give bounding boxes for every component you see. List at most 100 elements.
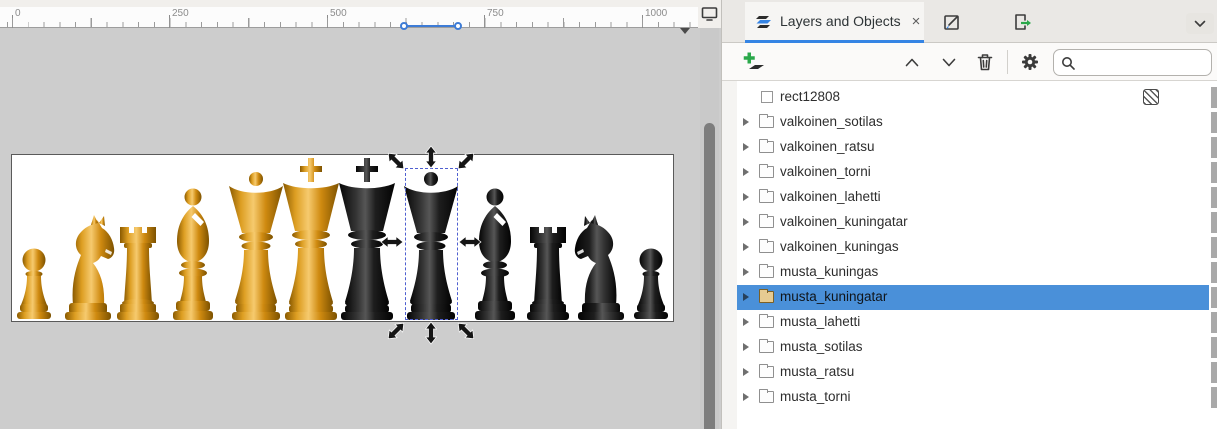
move-up-button[interactable] [900, 50, 924, 74]
list-item-rect12808[interactable]: rect12808 [737, 85, 1217, 110]
piece-black-bishop[interactable] [475, 188, 515, 321]
scale-handle-left-icon[interactable] [380, 236, 404, 248]
row-highlight-strip[interactable] [1211, 287, 1217, 308]
search-box[interactable] [1053, 49, 1212, 76]
row-highlight-strip[interactable] [1211, 237, 1217, 258]
tab-layers-and-objects[interactable]: Layers and Objects × [745, 2, 924, 40]
list-item-valkoinen-sotilas[interactable]: valkoinen_sotilas [737, 110, 1217, 135]
rectangle-object-icon [761, 91, 773, 103]
layers-objects-panel: Layers and Objects × rect12808 valkoinen… [721, 0, 1217, 429]
list-item-musta-kuningas[interactable]: musta_kuningas [737, 260, 1217, 285]
layer-label: valkoinen_ratsu [780, 139, 875, 154]
expand-triangle-icon[interactable] [743, 368, 749, 376]
delete-button[interactable] [973, 50, 997, 74]
tab-close-icon[interactable]: × [912, 13, 921, 30]
piece-gold-knight[interactable] [65, 215, 115, 320]
objects-tree: rect12808 valkoinen_sotilas valkoinen_ra… [722, 81, 1217, 429]
row-highlight-strip[interactable] [1211, 137, 1217, 158]
expand-triangle-icon[interactable] [743, 143, 749, 151]
list-item-musta-sotilas[interactable]: musta_sotilas [737, 335, 1217, 360]
piece-gold-pawn[interactable] [17, 248, 51, 320]
piece-black-knight[interactable] [574, 215, 624, 320]
list-item-musta-kuningatar-selected[interactable]: musta_kuningatar [737, 285, 1217, 310]
layer-label: musta_torni [780, 389, 851, 404]
add-layer-button[interactable] [742, 50, 766, 74]
folder-icon [759, 239, 774, 253]
expand-triangle-icon[interactable] [743, 268, 749, 276]
display-mode-icon[interactable] [701, 6, 718, 22]
tab-label: Layers and Objects [780, 13, 901, 29]
list-item-valkoinen-kuningatar[interactable]: valkoinen_kuningatar [737, 210, 1217, 235]
move-down-button[interactable] [937, 50, 961, 74]
list-item-musta-lahetti[interactable]: musta_lahetti [737, 310, 1217, 335]
tab-pen-dialog[interactable] [937, 8, 967, 35]
piece-gold-queen[interactable] [229, 172, 283, 320]
layer-label: musta_kuningas [780, 264, 879, 279]
row-highlight-strip[interactable] [1211, 312, 1217, 333]
row-highlight-strip[interactable] [1211, 162, 1217, 183]
piece-gold-bishop[interactable] [173, 188, 213, 321]
toolbar-separator [1007, 50, 1008, 74]
folder-icon [759, 114, 774, 128]
search-input[interactable] [1080, 55, 1200, 70]
scrollbar-thumb[interactable] [704, 123, 715, 429]
application-window: 0 250 500 750 1000 Layers and Objects × … [0, 0, 1217, 429]
expand-triangle-icon[interactable] [743, 218, 749, 226]
selection-bounding-box[interactable] [405, 168, 458, 320]
piece-black-rook[interactable] [527, 227, 569, 320]
layer-label: valkoinen_kuningatar [780, 214, 908, 229]
layer-label: valkoinen_lahetti [780, 189, 881, 204]
folder-icon [759, 364, 774, 378]
list-item-valkoinen-torni[interactable]: valkoinen_torni [737, 160, 1217, 185]
expand-triangle-icon[interactable] [743, 343, 749, 351]
scale-handle-bottom-icon[interactable] [425, 321, 437, 345]
folder-icon [759, 264, 774, 278]
panel-menu-button[interactable] [1186, 13, 1214, 34]
piece-black-pawn[interactable] [634, 248, 668, 320]
drawing-canvas[interactable] [0, 28, 700, 429]
row-highlight-strip[interactable] [1211, 337, 1217, 358]
layers-icon [756, 16, 771, 28]
expand-triangle-icon[interactable] [743, 243, 749, 251]
expand-triangle-icon[interactable] [743, 168, 749, 176]
canvas-vertical-scrollbar[interactable] [700, 28, 719, 429]
piece-gold-king[interactable] [283, 158, 339, 320]
layer-label: musta_lahetti [780, 314, 861, 329]
row-highlight-strip[interactable] [1211, 112, 1217, 133]
row-highlight-strip[interactable] [1211, 262, 1217, 283]
row-highlight-strip[interactable] [1211, 387, 1217, 408]
tab-export-dialog[interactable] [1007, 8, 1037, 35]
row-highlight-strip[interactable] [1211, 212, 1217, 233]
folder-icon [759, 214, 774, 228]
list-item-musta-ratsu[interactable]: musta_ratsu [737, 360, 1217, 385]
row-highlight-strip[interactable] [1211, 362, 1217, 383]
panel-toolbar [722, 43, 1217, 81]
folder-icon [759, 164, 774, 178]
scale-handle-top-icon[interactable] [425, 145, 437, 169]
expand-triangle-icon[interactable] [743, 118, 749, 126]
list-item-valkoinen-ratsu[interactable]: valkoinen_ratsu [737, 135, 1217, 160]
object-label: rect12808 [780, 89, 841, 104]
horizontal-ruler[interactable]: 0 250 500 750 1000 [0, 7, 698, 34]
layer-label: musta_sotilas [780, 339, 863, 354]
scale-handle-right-icon[interactable] [458, 236, 482, 248]
document-page[interactable] [11, 154, 674, 322]
piece-gold-rook[interactable] [117, 227, 159, 320]
folder-icon [759, 389, 774, 403]
row-highlight-strip[interactable] [1211, 187, 1217, 208]
expand-triangle-icon[interactable] [743, 293, 749, 301]
folder-icon [759, 339, 774, 353]
expand-triangle-icon[interactable] [743, 393, 749, 401]
settings-button[interactable] [1018, 50, 1042, 74]
layer-label: musta_kuningatar [780, 289, 888, 304]
expand-triangle-icon[interactable] [743, 193, 749, 201]
folder-icon [759, 189, 774, 203]
layer-label: musta_ratsu [780, 364, 855, 379]
search-icon [1062, 56, 1075, 70]
list-item-valkoinen-kuningas[interactable]: valkoinen_kuningas [737, 235, 1217, 260]
hatch-badge-icon[interactable] [1143, 89, 1159, 105]
list-item-musta-torni[interactable]: musta_torni [737, 385, 1217, 410]
expand-triangle-icon[interactable] [743, 318, 749, 326]
list-item-valkoinen-lahetti[interactable]: valkoinen_lahetti [737, 185, 1217, 210]
row-highlight-strip[interactable] [1211, 87, 1217, 108]
